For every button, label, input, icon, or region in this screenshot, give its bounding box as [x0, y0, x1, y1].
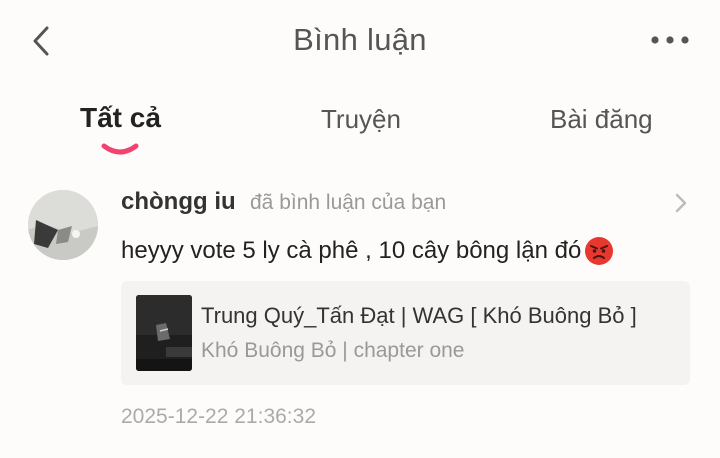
comment-text-row: heyyy vote 5 ly cà phê , 10 cây bông lận… — [121, 236, 614, 266]
tab-all[interactable]: Tất cả — [80, 102, 161, 134]
story-cover-image — [136, 295, 192, 371]
comment-text: heyyy vote 5 ly cà phê , 10 cây bông lận… — [121, 237, 582, 264]
comment-item[interactable]: chòngg iu đã bình luận của bạn heyyy vot… — [0, 180, 720, 440]
tab-stories[interactable]: Truyện — [321, 104, 401, 135]
active-tab-indicator — [101, 143, 139, 155]
story-subtitle: Khó Buông Bỏ | chapter one — [201, 339, 465, 362]
comment-username[interactable]: chòngg iu — [121, 188, 236, 216]
chevron-right-icon[interactable] — [674, 192, 688, 214]
avatar[interactable] — [28, 190, 98, 260]
story-card[interactable]: Trung Quý_Tấn Đạt | WAG [ Khó Buông Bỏ ]… — [121, 281, 690, 385]
tab-posts[interactable]: Bài đăng — [550, 104, 653, 135]
comment-timestamp: 2025-12-22 21:36:32 — [121, 405, 316, 428]
top-bar: Bình luận — [0, 0, 720, 86]
comment-action-text: đã bình luận của bạn — [250, 191, 447, 214]
more-button[interactable] — [650, 28, 690, 52]
story-title: Trung Quý_Tấn Đạt | WAG [ Khó Buông Bỏ ] — [201, 303, 637, 328]
page-title: Bình luận — [293, 22, 427, 57]
more-horizontal-icon — [651, 36, 689, 44]
angry-face-emoji-icon — [585, 237, 614, 265]
